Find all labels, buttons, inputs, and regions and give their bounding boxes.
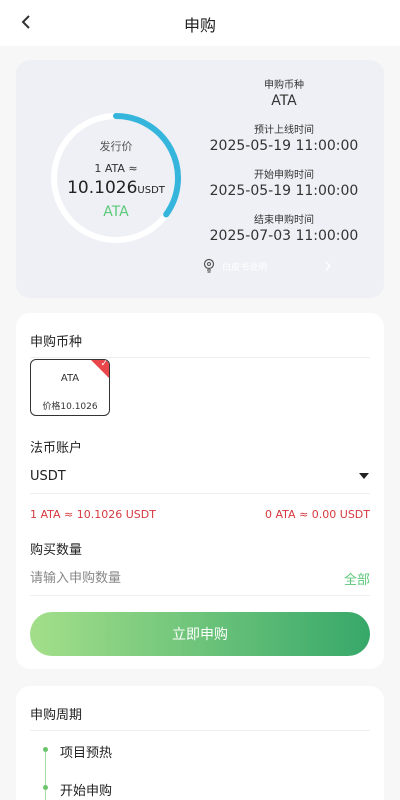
subscription-info: 申购币种 ATA 预计上线时间 2025-05-19 11:00:00 开始申购… — [196, 76, 372, 256]
nav-bar: 申购 — [0, 0, 400, 46]
coin-symbol: ATA — [103, 204, 129, 220]
coin-section-title: 申购币种 — [30, 335, 83, 350]
quantity-section-title: 购买数量 — [30, 543, 83, 558]
max-quantity-button[interactable]: 全部 — [344, 569, 370, 588]
divider — [30, 357, 370, 358]
period-section-title: 申购周期 — [30, 708, 83, 723]
whitepaper-link[interactable]: 白皮书说明 — [202, 256, 332, 276]
info-label: 开始申购时间 — [254, 170, 314, 181]
info-label: 申购币种 — [264, 80, 304, 91]
divider — [30, 730, 370, 731]
info-label: 预计上线时间 — [254, 125, 314, 136]
conversion-total: 0 ATA ≈ 0.00 USDT — [265, 508, 370, 521]
coin-option-ata[interactable]: ✓ ATA 价格10.1026 — [30, 359, 110, 416]
account-select-value: USDT — [30, 468, 66, 484]
info-end-time: 结束申购时间 2025-07-03 11:00:00 — [196, 211, 372, 256]
timeline-dot — [43, 747, 48, 752]
page-title: 申购 — [183, 16, 216, 35]
quantity-input[interactable] — [30, 567, 320, 589]
info-value: 2025-05-19 11:00:00 — [209, 183, 359, 199]
info-coin: 申购币种 ATA — [196, 76, 372, 121]
info-start-time: 开始申购时间 2025-05-19 11:00:00 — [196, 166, 372, 211]
overview-card: 发行价 1 ATA ≈ 10.1026USDT ATA 申购币种 ATA 预计上… — [16, 60, 384, 298]
info-value: 2025-05-19 11:00:00 — [209, 138, 359, 154]
timeline-step: 项目预热 — [60, 746, 113, 761]
info-value: 2025-07-03 11:00:00 — [209, 228, 359, 244]
timeline-step: 开始申购 — [60, 784, 113, 799]
lightbulb-icon — [203, 258, 215, 273]
timeline-dot — [43, 785, 48, 790]
issue-price: 10.1026USDT — [50, 178, 182, 198]
coin-option-symbol: ATA — [60, 373, 80, 384]
info-listing-time: 预计上线时间 2025-05-19 11:00:00 — [196, 121, 372, 166]
issue-price-value: 10.1026 — [67, 178, 138, 198]
caret-down-icon — [359, 473, 369, 479]
divider — [30, 595, 370, 596]
issue-price-unit: USDT — [137, 185, 165, 196]
info-label: 结束申购时间 — [254, 215, 314, 226]
divider — [30, 493, 370, 494]
account-select[interactable]: USDT — [30, 463, 370, 489]
info-value: ATA — [271, 93, 297, 109]
coin-option-price: 价格10.1026 — [42, 402, 98, 412]
price-summary: 发行价 1 ATA ≈ 10.1026USDT ATA — [50, 112, 182, 244]
chevron-right-icon — [325, 261, 331, 271]
issue-price-label: 发行价 — [99, 140, 133, 153]
subscription-form: 申购币种 ✓ ATA 价格10.1026 法币账户 USDT 1 ATA ≈ 1… — [16, 313, 384, 669]
rate-line: 1 ATA ≈ — [94, 162, 138, 175]
account-section-title: 法币账户 — [30, 441, 83, 456]
timeline-line — [45, 748, 46, 800]
subscribe-button[interactable]: 立即申购 — [30, 612, 370, 656]
whitepaper-text: 白皮书说明 — [222, 262, 268, 273]
check-icon: ✓ — [100, 359, 108, 369]
conversion-rate: 1 ATA ≈ 10.1026 USDT — [30, 508, 156, 521]
period-card: 申购周期 项目预热 开始申购 — [16, 686, 384, 800]
